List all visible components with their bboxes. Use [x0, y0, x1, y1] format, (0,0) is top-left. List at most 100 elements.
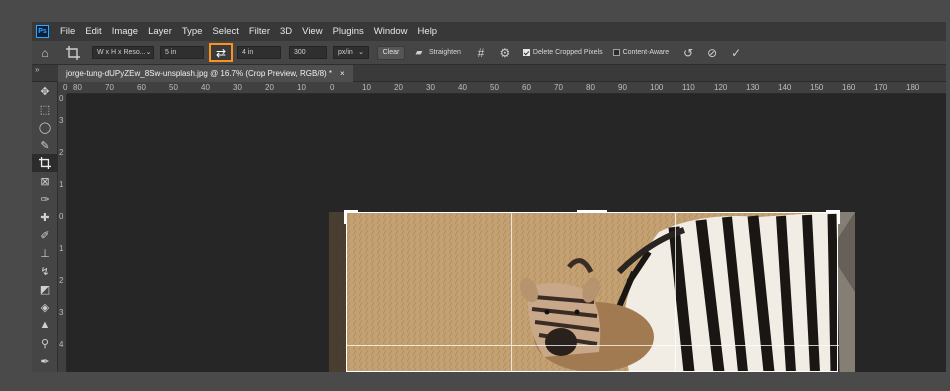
menu-3d[interactable]: 3D	[275, 26, 297, 37]
menu-select[interactable]: Select	[207, 26, 243, 37]
menu-layer[interactable]: Layer	[143, 26, 177, 37]
ruler-label: 60	[522, 83, 531, 92]
menu-type[interactable]: Type	[177, 26, 208, 37]
paint-bucket-tool-icon[interactable]: ◈	[32, 298, 58, 316]
ruler-label: 2	[59, 276, 64, 285]
menu-plugins[interactable]: Plugins	[328, 26, 369, 37]
ruler-label: 80	[73, 83, 82, 92]
brush-tool-icon[interactable]: ✐	[32, 226, 58, 244]
menu-view[interactable]: View	[297, 26, 327, 37]
ruler-label: 30	[426, 83, 435, 92]
content-aware-checkbox[interactable]: Content-Aware	[612, 49, 670, 56]
menu-help[interactable]: Help	[413, 26, 443, 37]
ruler-label: 60	[137, 83, 146, 92]
content-aware-label: Content-Aware	[622, 49, 670, 56]
close-icon[interactable]: ×	[340, 69, 345, 78]
frame-tool-icon[interactable]: ⊠	[32, 172, 58, 190]
ruler-label: 0	[59, 212, 64, 221]
menu-file[interactable]: File	[55, 26, 80, 37]
crop-handle-top-right[interactable]	[826, 210, 840, 224]
resolution-field[interactable]: 300	[289, 46, 327, 59]
ruler-label: 110	[682, 83, 695, 92]
crop-handle-top-center[interactable]	[577, 210, 607, 213]
ruler-label: 40	[201, 83, 210, 92]
commit-crop-icon[interactable]: ✓	[725, 46, 747, 60]
quick-select-tool-icon[interactable]: ✎	[32, 136, 58, 154]
ruler-label: 3	[59, 116, 64, 125]
ruler-label: 50	[490, 83, 499, 92]
cancel-crop-icon[interactable]: ⊘	[701, 46, 723, 60]
marquee-tool-icon[interactable]: ⬚	[32, 100, 58, 118]
crop-tool-icon[interactable]	[32, 154, 58, 172]
gear-icon[interactable]: ⚙	[495, 46, 515, 60]
dodge-tool-icon[interactable]: ⚲	[32, 334, 58, 352]
clone-stamp-tool-icon[interactable]: ⊥	[32, 244, 58, 262]
resolution-units-dropdown[interactable]: px/in ⌄	[333, 46, 369, 59]
ruler-label: 4	[59, 340, 64, 349]
ruler-label: 120	[714, 83, 728, 92]
crop-grid-line	[675, 213, 676, 372]
crop-handle-top-left[interactable]	[344, 210, 358, 224]
clear-button[interactable]: Clear	[377, 45, 405, 60]
crop-ratio-dropdown[interactable]: W x H x Reso... ⌄	[92, 46, 154, 59]
document-tab[interactable]: jorge-tung-dUPyZEw_8Sw-unsplash.jpg @ 16…	[58, 65, 353, 82]
healing-brush-tool-icon[interactable]: ✚	[32, 208, 58, 226]
home-icon[interactable]: ⌂	[32, 46, 58, 60]
straighten-icon[interactable]: ▰	[411, 47, 427, 58]
width-field[interactable]: 5 in	[160, 46, 204, 59]
menu-edit[interactable]: Edit	[80, 26, 106, 37]
history-brush-tool-icon[interactable]: ↯	[32, 262, 58, 280]
menu-bar: Ps File Edit Image Layer Type Select Fil…	[32, 22, 946, 41]
chevron-down-icon: ⌄	[358, 49, 364, 56]
ruler-label: 1	[59, 180, 64, 189]
crop-grid-line	[347, 345, 839, 346]
ruler-label: 140	[778, 83, 792, 92]
delete-cropped-pixels-label: Delete Cropped Pixels	[532, 49, 603, 56]
ruler-label: 3	[59, 308, 64, 317]
chevron-down-icon: ⌄	[145, 49, 152, 56]
delete-cropped-pixels-checkbox[interactable]: Delete Cropped Pixels	[522, 49, 603, 56]
ruler-label: 70	[554, 83, 563, 92]
ruler-label: 10	[297, 83, 306, 92]
document-canvas[interactable]	[67, 94, 946, 372]
ruler-label: 160	[842, 83, 856, 92]
vertical-ruler[interactable]: 0 3 2 1 0 1 2 3 4	[58, 94, 67, 372]
menu-filter[interactable]: Filter	[244, 26, 275, 37]
ruler-label: 100	[650, 83, 664, 92]
straighten-label[interactable]: Straighten	[429, 49, 461, 56]
menu-image[interactable]: Image	[107, 26, 143, 37]
crop-tool-preset-icon[interactable]	[58, 45, 88, 60]
menu-window[interactable]: Window	[369, 26, 413, 37]
resolution-units-value: px/in	[338, 49, 353, 56]
reset-crop-icon[interactable]: ↺	[677, 46, 699, 60]
ruler-label: 70	[105, 83, 114, 92]
tools-panel: ✥ ⬚ ◯ ✎ ⊠ ✑ ✚ ✐ ⊥ ↯ ◩ ◈ ▲ ⚲ ✒	[32, 82, 58, 372]
ruler-label: 0	[63, 83, 68, 92]
ruler-label: 180	[906, 83, 920, 92]
swap-dimensions-button[interactable]: ⇄	[209, 43, 233, 62]
ruler-label: 10	[362, 83, 371, 92]
checkbox-unchecked-icon	[612, 49, 620, 56]
overlay-grid-icon[interactable]: #	[471, 46, 491, 60]
ruler-label: 130	[746, 83, 760, 92]
panel-collapse-icon[interactable]: »	[35, 65, 39, 74]
lasso-tool-icon[interactable]: ◯	[32, 118, 58, 136]
ruler-label: 80	[586, 83, 595, 92]
pen-tool-icon[interactable]: ✒	[32, 352, 58, 370]
crop-grid-line	[511, 213, 512, 372]
horizontal-ruler[interactable]: 0 80 70 60 50 40 30 20 10 0 10 20 30 40 …	[63, 82, 946, 94]
eyedropper-tool-icon[interactable]: ✑	[32, 190, 58, 208]
eraser-tool-icon[interactable]: ◩	[32, 280, 58, 298]
move-tool-icon[interactable]: ✥	[32, 82, 58, 100]
crop-bounding-box[interactable]	[344, 210, 840, 372]
ruler-label: 2	[59, 148, 64, 157]
ruler-label: 150	[810, 83, 824, 92]
ruler-label: 0	[59, 94, 64, 103]
height-field[interactable]: 4 in	[237, 46, 281, 59]
crop-ratio-value: W x H x Reso...	[97, 49, 146, 56]
photoshop-logo-icon: Ps	[36, 25, 49, 38]
ruler-label: 20	[265, 83, 274, 92]
blur-tool-icon[interactable]: ▲	[32, 316, 58, 334]
document-tab-title: jorge-tung-dUPyZEw_8Sw-unsplash.jpg @ 16…	[66, 69, 333, 78]
swap-arrows-icon: ⇄	[215, 45, 227, 60]
